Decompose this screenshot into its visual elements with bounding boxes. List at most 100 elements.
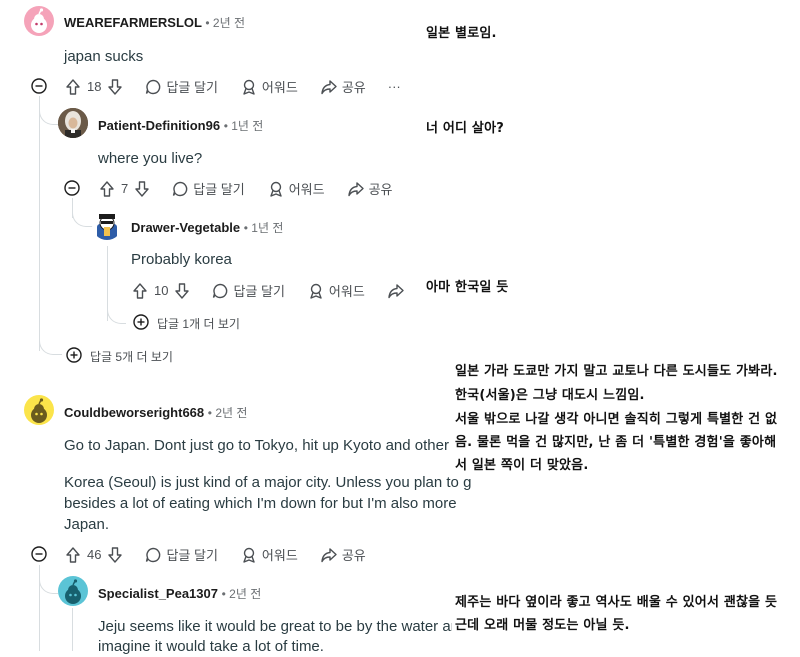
translation-note: 서 일본 쪽이 더 맞았음. (455, 458, 589, 473)
comment-icon (144, 546, 162, 564)
award-icon (307, 282, 325, 300)
comment-text: where you live? (98, 150, 203, 167)
more-replies-button[interactable]: 답글 5개 더 보기 (66, 347, 173, 366)
comment-text: Korea (Seoul) is just kind of a major ci… (64, 474, 472, 491)
comment-age: • 2년 전 (205, 16, 245, 30)
award-label: 어워드 (261, 548, 298, 563)
thread-connector (39, 565, 58, 594)
comment-author-row: Couldbeworseright668 • 2년 전 (64, 404, 247, 421)
award-button[interactable]: 어워드 (307, 281, 365, 300)
reply-label: 답글 달기 (166, 548, 218, 563)
share-icon (320, 78, 338, 96)
more-options-icon: ··· (387, 79, 401, 94)
comment-text: imagine it would take a lot of time. (98, 638, 324, 655)
avatar[interactable] (92, 210, 122, 240)
more-replies-label: 답글 5개 더 보기 (90, 350, 173, 364)
reply-label: 답글 달기 (233, 284, 285, 299)
translation-note: 근데 오래 머물 정도는 아닐 듯. (455, 618, 630, 633)
downvote-icon[interactable] (133, 180, 151, 198)
avatar[interactable] (58, 576, 88, 606)
vote-group: 46 (64, 546, 124, 564)
plus-circle-icon (66, 347, 82, 366)
comment-author[interactable]: WEAREFARMERSLOL (64, 15, 202, 30)
avatar[interactable] (24, 395, 54, 425)
more-replies-label: 답글 1개 더 보기 (157, 317, 240, 331)
share-label: 공유 (341, 548, 366, 563)
share-icon (387, 282, 405, 300)
translation-note: 한국(서울)은 그냥 대도시 느낌임. (455, 388, 645, 403)
share-icon (320, 546, 338, 564)
award-button[interactable]: 어워드 (240, 77, 298, 96)
award-label: 어워드 (288, 182, 325, 197)
award-icon (267, 180, 285, 198)
more-replies-button[interactable]: 답글 1개 더 보기 (133, 314, 240, 333)
comment-icon (171, 180, 189, 198)
comment-author-row: WEAREFARMERSLOL • 2년 전 (64, 14, 245, 31)
comment-author[interactable]: Drawer-Vegetable (131, 220, 240, 235)
award-icon (240, 78, 258, 96)
thread-line (39, 96, 40, 351)
comment-age: • 1년 전 (223, 119, 264, 133)
downvote-icon[interactable] (106, 546, 124, 564)
upvote-icon[interactable] (131, 282, 149, 300)
thread-connector (107, 300, 126, 324)
upvote-icon[interactable] (64, 78, 82, 96)
translation-note: 일본 별로임. (426, 22, 497, 41)
thread-connector (39, 96, 58, 125)
comment-text: Probably korea (131, 251, 232, 268)
collapse-button[interactable] (31, 546, 47, 562)
reply-button[interactable]: 답글 달기 (144, 545, 218, 564)
share-button[interactable]: 공유 (320, 77, 366, 96)
share-button[interactable]: 공유 (347, 179, 393, 198)
comment-age: • 1년 전 (243, 221, 284, 235)
comment-text: Jeju seems like it would be great to be … (98, 618, 467, 635)
comment-icon (144, 78, 162, 96)
translation-note: 제주는 바다 옆이라 좋고 역사도 배울 수 있어서 괜찮을 듯 (455, 595, 778, 610)
comment-icon (211, 282, 229, 300)
vote-count: 7 (121, 181, 129, 196)
share-label: 공유 (341, 80, 366, 95)
collapse-button[interactable] (64, 180, 80, 196)
comment-author[interactable]: Couldbeworseright668 (64, 405, 204, 420)
comment-author-row: Drawer-Vegetable • 1년 전 (131, 219, 283, 236)
comment-actions: 18 답글 달기 어워드 공유 ··· (64, 77, 423, 96)
comment-actions: 10 답글 달기 어워드 (131, 281, 427, 300)
reply-label: 답글 달기 (166, 80, 218, 95)
comment-author[interactable]: Specialist_Pea1307 (98, 586, 218, 601)
award-button[interactable]: 어워드 (240, 545, 298, 564)
share-button[interactable]: 공유 (320, 545, 366, 564)
downvote-icon[interactable] (173, 282, 191, 300)
share-button[interactable] (387, 282, 405, 300)
comment-age: • 2년 전 (207, 406, 248, 420)
comment-age: • 2년 전 (221, 587, 262, 601)
award-icon (240, 546, 258, 564)
vote-count: 18 (87, 79, 102, 94)
avatar[interactable] (24, 6, 54, 36)
translation-panel: 일본 가라 도쿄만 가지 말고 교토나 다른 도시들도 가봐라. 한국(서울)은… (452, 352, 800, 477)
reply-label: 답글 달기 (193, 182, 245, 197)
comment-text: Go to Japan. Dont just go to Tokyo, hit … (64, 437, 464, 454)
more-options-button[interactable]: ··· (388, 79, 401, 94)
comment-author[interactable]: Patient-Definition96 (98, 118, 220, 133)
comment-text: japan sucks (64, 48, 144, 65)
upvote-icon[interactable] (64, 546, 82, 564)
collapse-button[interactable] (31, 78, 47, 94)
upvote-icon[interactable] (98, 180, 116, 198)
comment-text: besides a lot of eating which I'm down f… (64, 495, 457, 512)
thread-connector (39, 330, 62, 355)
award-label: 어워드 (328, 284, 365, 299)
translation-note: 일본 가라 도쿄만 가지 말고 교토나 다른 도시들도 가봐라. (455, 364, 778, 379)
award-button[interactable]: 어워드 (267, 179, 325, 198)
vote-count: 46 (87, 547, 102, 562)
translation-note: 아마 한국일 듯 (426, 276, 515, 295)
vote-count: 10 (154, 283, 169, 298)
comment-author-row: Specialist_Pea1307 • 2년 전 (98, 585, 261, 602)
reply-button[interactable]: 답글 달기 (171, 179, 245, 198)
translation-note: 서울 밖으로 나갈 생각 아니면 솔직히 그렇게 특별한 건 없 (455, 412, 778, 427)
thread-connector (72, 198, 93, 227)
reply-button[interactable]: 답글 달기 (144, 77, 218, 96)
downvote-icon[interactable] (106, 78, 124, 96)
translation-panel: 제주는 바다 옆이라 좋고 역사도 배울 수 있어서 괜찮을 듯 근데 오래 머… (452, 585, 800, 635)
reply-button[interactable]: 답글 달기 (211, 281, 285, 300)
avatar[interactable] (58, 108, 88, 138)
